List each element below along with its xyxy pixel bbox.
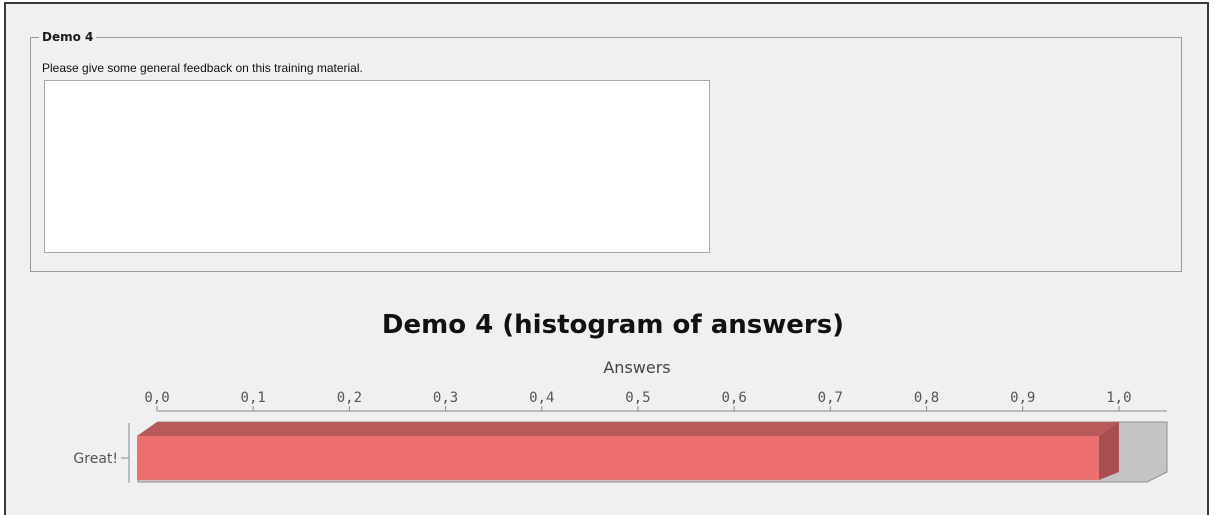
x-tick-label: 1,0	[1106, 390, 1131, 406]
axis-label: Answers	[603, 358, 670, 377]
x-tick-label: 0,6	[721, 390, 746, 406]
chart-title: Demo 4 (histogram of answers)	[382, 310, 844, 340]
x-tick-label: 0,7	[818, 390, 843, 406]
x-tick-label: 0,2	[337, 390, 362, 406]
x-tick-label: 0,9	[1010, 390, 1035, 406]
bar	[137, 436, 1099, 480]
x-tick-label: 0,8	[914, 390, 939, 406]
x-tick-label: 0,3	[433, 390, 458, 406]
category-label: Great!	[73, 451, 118, 467]
bar-layer	[137, 421, 1168, 483]
x-tick-label: 0,5	[625, 390, 650, 406]
bar-top-face	[137, 422, 1119, 436]
x-tick-label: 0,1	[241, 390, 266, 406]
x-tick-label: 0,4	[529, 390, 554, 406]
x-tick-label: 0,0	[144, 390, 169, 406]
histogram-chart: Demo 4 (histogram of answers) Answers 0,…	[73, 310, 1168, 483]
